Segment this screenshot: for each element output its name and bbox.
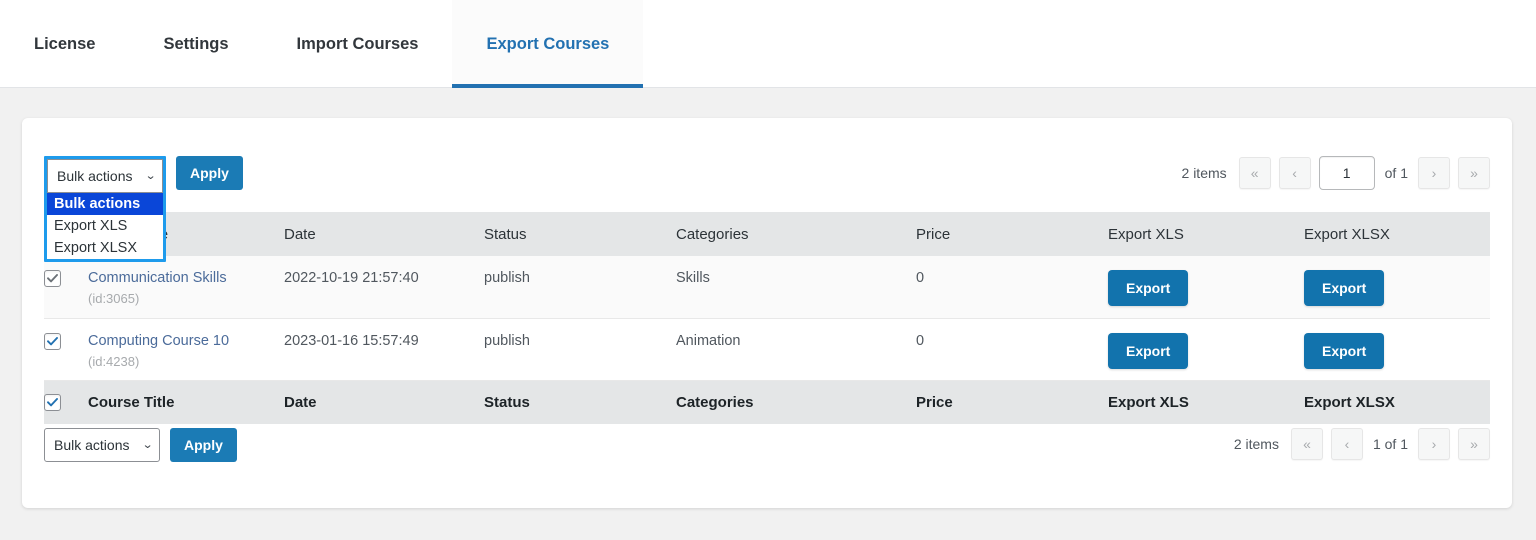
chevron-down-icon: ⌄	[144, 169, 157, 182]
tab-export-courses[interactable]: Export Courses	[452, 0, 644, 88]
tab-label: Settings	[163, 34, 229, 53]
col-header-date[interactable]: Date	[284, 212, 484, 256]
col-header-categories[interactable]: Categories	[676, 212, 916, 256]
chevron-right-icon: ›	[1431, 165, 1437, 181]
course-title-link[interactable]: Communication Skills	[88, 270, 284, 286]
export-xlsx-button[interactable]: Export	[1304, 270, 1385, 306]
items-count-top: 2 items	[1181, 165, 1227, 181]
select-all-header-bottom	[44, 380, 88, 424]
chevron-left-icon: ‹	[1292, 165, 1297, 181]
next-page-button-bottom[interactable]: ›	[1418, 428, 1450, 460]
current-page-input-top[interactable]	[1318, 156, 1375, 190]
tab-label: Import Courses	[296, 34, 419, 53]
tab-label: Export Courses	[486, 34, 610, 53]
bulk-actions-select-bottom[interactable]: Bulk actions ⌄	[44, 428, 160, 462]
tablenav-top: 2 items « ‹ of 1 › »	[22, 156, 1512, 212]
row-title-cell: Communication Skills (id:3065)	[88, 256, 284, 318]
export-xlsx-button[interactable]: Export	[1304, 332, 1385, 369]
col-footer-categories[interactable]: Categories	[676, 380, 916, 424]
bulk-actions-top: Bulk actions ⌄ Bulk actions Export XLS E…	[44, 156, 243, 262]
row-export-xlsx-cell: Export	[1304, 318, 1490, 380]
double-chevron-right-icon: »	[1470, 165, 1478, 181]
chevron-right-icon: ›	[1431, 436, 1437, 452]
col-footer-title[interactable]: Course Title	[88, 380, 284, 424]
course-id-label: (id:3065)	[88, 291, 140, 306]
col-footer-export-xlsx: Export XLSX	[1304, 393, 1395, 411]
first-page-button-bottom[interactable]: «	[1290, 428, 1323, 460]
bulk-actions-selected-label-bottom: Bulk actions	[54, 437, 130, 453]
row-status-cell: publish	[484, 270, 530, 286]
last-page-button-top[interactable]: »	[1458, 157, 1490, 189]
table-header-row: Course Title Date Status Categories Pric…	[44, 212, 1490, 256]
double-chevron-left-icon: «	[1303, 436, 1311, 452]
double-chevron-left-icon: «	[1250, 165, 1259, 181]
tab-bar: License Settings Import Courses Export C…	[0, 0, 1536, 88]
row-price-cell: 0	[916, 332, 925, 349]
row-export-xlsx-cell: Export	[1304, 256, 1490, 318]
export-courses-panel: 2 items « ‹ of 1 › »	[22, 118, 1512, 508]
row-categories-cell: Skills	[676, 270, 710, 286]
prev-page-button-bottom[interactable]: ‹	[1330, 428, 1363, 460]
dropdown-option-bulk-actions[interactable]: Bulk actions	[47, 193, 163, 215]
bulk-actions-selected-label-top: Bulk actions	[57, 168, 133, 184]
course-title-link[interactable]: Computing Course 10	[88, 333, 284, 349]
row-export-xls-cell: Export	[1108, 256, 1304, 318]
row-status-cell: publish	[484, 332, 530, 349]
pagination-bottom: 2 items « ‹ 1 of 1 › »	[1234, 428, 1490, 460]
tab-list: License Settings Import Courses Export C…	[0, 0, 644, 88]
table-footer-row: Course Title Date Status Categories Pric…	[44, 380, 1490, 424]
prev-page-button-top[interactable]: ‹	[1278, 157, 1311, 189]
col-header-export-xlsx: Export XLSX	[1304, 225, 1390, 243]
col-footer-date[interactable]: Date	[284, 380, 484, 424]
row-title-cell: Computing Course 10 (id:4238)	[88, 318, 284, 380]
dropdown-option-export-xlsx[interactable]: Export XLSX	[47, 237, 163, 259]
table-row: Communication Skills (id:3065) 2022-10-1…	[44, 256, 1490, 318]
dropdown-option-export-xls[interactable]: Export XLS	[47, 215, 163, 237]
bulk-actions-select-top[interactable]: Bulk actions ⌄	[47, 159, 163, 193]
bulk-actions-focus-ring: Bulk actions ⌄ Bulk actions Export XLS E…	[44, 156, 166, 262]
row-date-cell: 2023-01-16 15:57:49	[284, 332, 419, 349]
tablenav-bottom: Bulk actions ⌄ Apply 2 items « ‹ 1 of 1 …	[22, 428, 1512, 484]
page-indicator-bottom: 1 of 1	[1372, 436, 1408, 452]
row-select-cell	[44, 318, 88, 380]
row-checkbox[interactable]	[44, 332, 61, 350]
tab-import-courses[interactable]: Import Courses	[263, 0, 453, 88]
col-header-price[interactable]: Price	[916, 212, 1108, 256]
bulk-actions-bottom: Bulk actions ⌄ Apply	[44, 428, 237, 462]
export-xls-button[interactable]: Export	[1108, 270, 1189, 306]
apply-button-bottom[interactable]: Apply	[170, 428, 237, 462]
tab-settings[interactable]: Settings	[129, 0, 262, 88]
course-id-label: (id:4238)	[88, 353, 140, 369]
col-footer-status[interactable]: Status	[484, 380, 676, 424]
col-footer-price[interactable]: Price	[916, 380, 1108, 424]
table-row: Computing Course 10 (id:4238) 2023-01-16…	[44, 318, 1490, 380]
items-count-bottom: 2 items	[1233, 436, 1279, 452]
pagination-top: 2 items « ‹ of 1 › »	[1182, 156, 1490, 190]
col-header-export-xls: Export XLS	[1108, 225, 1184, 243]
row-export-xls-cell: Export	[1108, 318, 1304, 380]
col-header-status[interactable]: Status	[484, 212, 676, 256]
row-price-cell: 0	[916, 270, 925, 286]
col-footer-export-xls: Export XLS	[1108, 393, 1189, 411]
chevron-down-icon: ⌄	[141, 438, 154, 451]
chevron-left-icon: ‹	[1344, 436, 1350, 452]
last-page-button-bottom[interactable]: »	[1458, 428, 1490, 460]
row-checkbox[interactable]	[44, 270, 61, 287]
select-all-checkbox-bottom[interactable]	[44, 393, 61, 411]
row-date-cell: 2022-10-19 21:57:40	[284, 270, 419, 286]
page-total-top: of 1	[1384, 165, 1408, 181]
row-select-cell	[44, 256, 88, 318]
row-categories-cell: Animation	[676, 332, 741, 349]
tab-license[interactable]: License	[0, 0, 129, 88]
export-xls-button[interactable]: Export	[1108, 332, 1189, 369]
tab-label: License	[34, 34, 96, 53]
first-page-button-top[interactable]: «	[1238, 157, 1271, 189]
double-chevron-right-icon: »	[1470, 436, 1478, 452]
bulk-actions-dropdown-list: Bulk actions Export XLS Export XLSX	[47, 193, 163, 259]
courses-table: Course Title Date Status Categories Pric…	[44, 212, 1490, 424]
next-page-button-top[interactable]: ›	[1418, 157, 1450, 189]
apply-button-top[interactable]: Apply	[176, 156, 243, 190]
